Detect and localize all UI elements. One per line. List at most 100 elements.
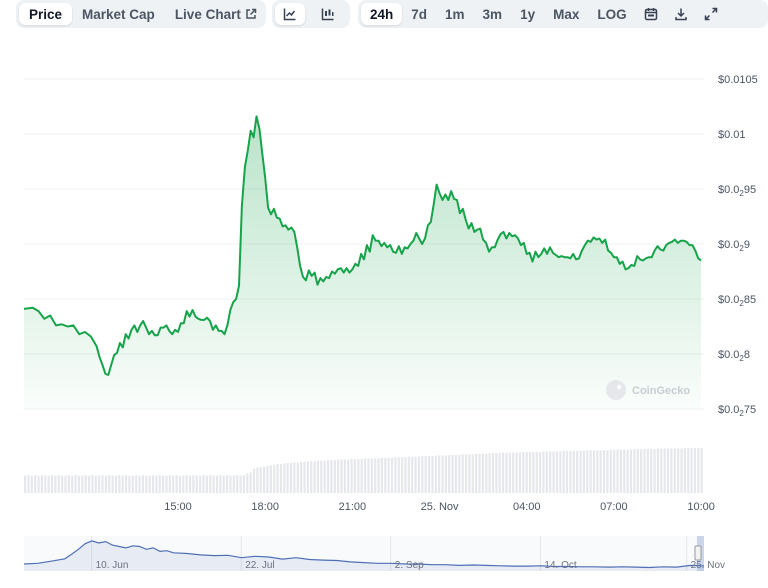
volume-bar: [145, 475, 148, 493]
navigator-selection[interactable]: [697, 536, 704, 571]
volume-bar: [249, 472, 252, 493]
volume-bar: [656, 448, 660, 493]
volume-bar: [569, 450, 572, 493]
volume-bar: [552, 451, 555, 493]
volume-bar: [44, 475, 47, 493]
volume-bar: [535, 452, 538, 493]
volume-bar: [636, 449, 639, 493]
volume-bar: [582, 450, 585, 493]
volume-bar: [350, 458, 353, 493]
volume-bar: [545, 451, 548, 493]
volume-bar: [427, 456, 431, 493]
volume-bar: [141, 475, 144, 493]
y-tick-main: $0.0: [718, 294, 739, 306]
volume-bar: [532, 452, 535, 493]
volume-bar: [259, 467, 262, 493]
volume-bar: [155, 475, 158, 493]
volume-bar: [522, 452, 525, 493]
volume-bar: [394, 457, 397, 493]
volume-bar: [81, 475, 84, 493]
volume-bar: [555, 451, 559, 493]
volume-bar: [158, 475, 161, 493]
volume-bar: [148, 475, 151, 493]
y-tick-tail: 8: [744, 349, 750, 361]
volume-bar: [151, 475, 155, 493]
volume-bar: [498, 453, 501, 493]
x-axis: 15:00 18:00 21:00 25. Nov 04:00 07:00 10:00: [164, 501, 715, 513]
volume-bar: [188, 475, 192, 493]
volume-bar: [673, 448, 676, 493]
volume-bar: [539, 452, 542, 493]
volume-bar: [236, 475, 239, 493]
volume-bar: [417, 456, 421, 493]
volume-bar: [677, 448, 680, 493]
volume-bar: [626, 449, 629, 493]
y-tick-main: $0.0: [718, 239, 739, 251]
price-chart[interactable]: $0.0105$0.01$0.0295$0.029$0.0285$0.028$0…: [0, 0, 768, 520]
volume-bar: [401, 457, 404, 493]
volume-bar: [276, 464, 279, 493]
volume-bar: [495, 453, 498, 493]
volume-bar: [660, 448, 663, 493]
volume-bar: [300, 461, 303, 493]
volume-bar: [414, 456, 417, 493]
navigator-area: [24, 540, 704, 571]
volume-bar: [623, 449, 626, 493]
navigator-date-label: 10. Jun: [96, 560, 129, 571]
volume-bar: [562, 450, 565, 493]
volume-bar: [316, 460, 320, 493]
volume-bar: [306, 461, 309, 493]
volume-bar: [525, 452, 528, 493]
x-tick-label: 07:00: [600, 501, 628, 513]
volume-bar: [364, 458, 367, 493]
volume-bar: [195, 475, 198, 493]
navigator-handle[interactable]: [694, 545, 702, 561]
volume-bar: [633, 449, 636, 493]
volume-bar: [596, 450, 599, 493]
volume-bar: [222, 475, 225, 493]
volume-bar: [700, 448, 703, 493]
volume-bar: [434, 455, 437, 493]
volume-bar: [94, 475, 97, 493]
volume-bar: [693, 448, 697, 493]
volume-bar: [219, 475, 222, 493]
volume-bar: [549, 451, 552, 493]
volume-bar: [528, 452, 532, 493]
volume-bar: [114, 475, 118, 493]
navigator-date-label: 14. Oct: [544, 560, 576, 571]
volume-bar: [192, 475, 195, 493]
navigator-background: [24, 536, 704, 571]
volume-bar: [397, 457, 400, 493]
volume-bar: [589, 450, 592, 493]
volume-bar: [165, 475, 168, 493]
volume-bar: [40, 475, 43, 493]
volume-bar: [54, 475, 57, 493]
navigator-chart: 10. Jun 22. Jul 2. Sep 14. Oct 25. Nov: [23, 536, 725, 571]
volume-bar: [77, 475, 81, 493]
volume-bar: [182, 475, 185, 493]
y-tick-label: $0.0275: [718, 404, 756, 418]
volume-bar: [650, 449, 653, 493]
volume-bar: [225, 475, 229, 493]
volume-bar: [91, 475, 94, 493]
y-tick-label: $0.029: [718, 239, 750, 253]
volume-bar: [542, 451, 545, 493]
volume-bar: [690, 448, 693, 493]
volume-bar: [646, 449, 649, 493]
volume-bar: [286, 463, 289, 493]
y-tick-label: $0.0285: [718, 294, 756, 308]
volume-bar: [404, 457, 407, 493]
volume-bar: [461, 454, 464, 493]
volume-bar: [269, 465, 272, 493]
volume-bar: [289, 463, 293, 493]
volume-bar: [273, 464, 276, 493]
volume-bar: [131, 475, 134, 493]
volume-bar: [488, 453, 491, 493]
volume-bar: [424, 456, 427, 493]
volume-bar: [444, 455, 447, 493]
x-tick-label: 25. Nov: [421, 501, 459, 513]
volume-bar: [360, 458, 363, 493]
volume-bar: [421, 456, 424, 493]
volume-bar: [697, 448, 700, 493]
y-tick-main: $0.0: [718, 404, 739, 416]
